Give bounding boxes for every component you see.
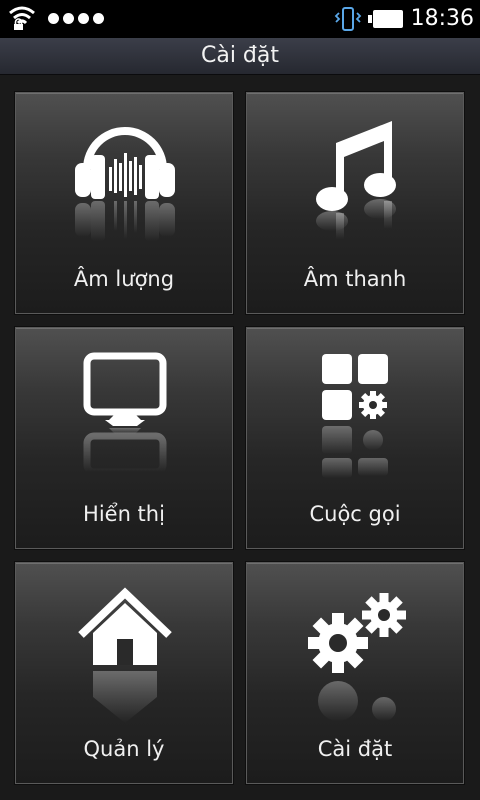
status-bar: 18:36 — [0, 0, 480, 38]
tile-label: Cuộc gọi — [309, 502, 401, 526]
tile-calls[interactable]: Cuộc gọi — [246, 327, 464, 549]
tile-label: Quản lý — [83, 737, 165, 761]
headphones-icon — [65, 113, 185, 263]
signal-dots-icon — [48, 13, 104, 24]
status-time: 18:36 — [410, 6, 474, 31]
home-icon — [65, 583, 185, 733]
page-title: Cài đặt — [0, 38, 480, 75]
tile-label: Hiển thị — [83, 502, 165, 526]
tile-volume[interactable]: Âm lượng — [15, 92, 233, 314]
tile-label: Âm thanh — [303, 267, 407, 291]
tile-sound[interactable]: Âm thanh — [246, 92, 464, 314]
apps-gear-icon — [296, 348, 416, 498]
tile-label: Cài đặt — [317, 737, 393, 761]
tile-label: Âm lượng — [73, 267, 175, 291]
vibrate-icon — [334, 7, 362, 31]
tile-management[interactable]: Quản lý — [15, 562, 233, 784]
gears-icon — [296, 583, 416, 733]
tile-display[interactable]: Hiển thị — [15, 327, 233, 549]
monitor-icon — [65, 348, 185, 498]
music-note-icon — [296, 113, 416, 263]
battery-icon — [368, 10, 403, 28]
tile-settings[interactable]: Cài đặt — [246, 562, 464, 784]
wifi-icon — [9, 6, 35, 30]
